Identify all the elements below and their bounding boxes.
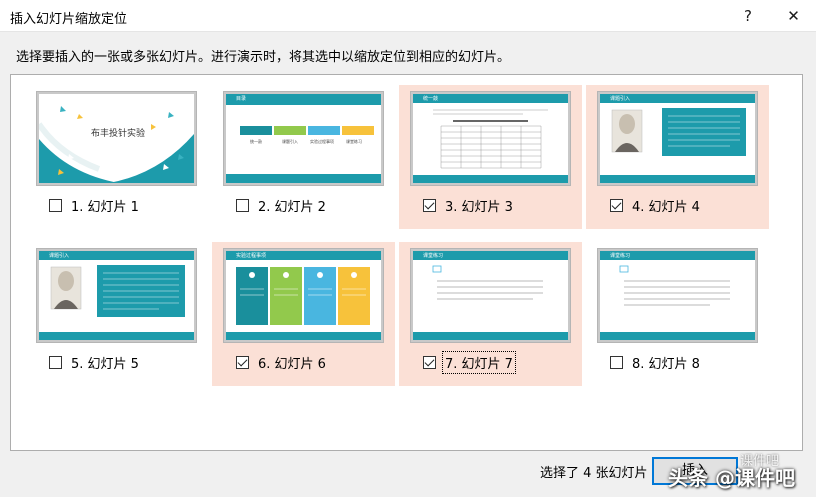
slide-thumbnail-6[interactable]: 实验过程事项 [224, 249, 383, 342]
slide-thumbnail-5[interactable]: 课题引入 [37, 249, 196, 342]
watermark: 课件吧 头条 @课件吧 [664, 450, 814, 494]
slide-7-art [413, 251, 568, 340]
slide-6-checkbox[interactable] [236, 356, 249, 369]
toc-item-3: 实验过程事项 [310, 139, 334, 144]
slide-1-label[interactable]: 1. 幻灯片 1 [69, 195, 141, 216]
slide-7-label[interactable]: 7. 幻灯片 7 [442, 351, 516, 374]
slide-thumbnail-7[interactable]: 课堂练习 [411, 249, 570, 342]
slide-7-heading: 课堂练习 [423, 253, 444, 259]
slide-1-checkbox[interactable] [49, 199, 62, 212]
slide-thumbnail-4[interactable]: 课题引入 [598, 92, 757, 185]
slide-card-2[interactable]: 目录 统一敲 课题引入 实验过程事项 课堂练习 2. 幻灯片 2 [212, 85, 395, 229]
toc-item-4: 课堂练习 [346, 139, 362, 144]
dialog-title: 插入幻灯片缩放定位 [10, 12, 128, 27]
slide-6-art [226, 251, 381, 340]
slide-grid-panel[interactable]: 布丰投针实验 1. 幻灯片 1 目录 统一敲 课题引入 实验过程事项 课堂练习 … [10, 74, 803, 451]
slide-3-checkbox[interactable] [423, 199, 436, 212]
slide-card-4[interactable]: 课题引入 4. 幻灯片 4 [586, 85, 769, 229]
slide-3-art [413, 94, 568, 183]
slide-8-checkbox[interactable] [610, 356, 623, 369]
slide-card-6[interactable]: 实验过程事项 6. 幻灯片 6 [212, 242, 395, 386]
slide-thumbnail-2[interactable]: 目录 统一敲 课题引入 实验过程事项 课堂练习 [224, 92, 383, 185]
slide-card-1[interactable]: 布丰投针实验 1. 幻灯片 1 [25, 85, 208, 229]
help-button[interactable]: ? [728, 0, 768, 32]
toc-item-2: 课题引入 [282, 139, 298, 144]
close-button[interactable]: ✕ [771, 0, 816, 32]
slide-card-8[interactable]: 课堂练习 8. 幻灯片 8 [586, 242, 769, 386]
slide-5-label[interactable]: 5. 幻灯片 5 [69, 352, 141, 373]
slide-5-checkbox[interactable] [49, 356, 62, 369]
slide-card-3[interactable]: 统一敲 3. 幻灯片 3 [399, 85, 582, 229]
slide-8-heading: 课堂练习 [610, 253, 631, 259]
watermark-main-text: 头条 @课件吧 [668, 466, 795, 490]
slide-4-label[interactable]: 4. 幻灯片 4 [630, 195, 702, 216]
slide-3-heading: 统一敲 [423, 96, 439, 102]
slide-8-label[interactable]: 8. 幻灯片 8 [630, 352, 702, 373]
slide-card-5[interactable]: 课题引入 5. 幻灯片 5 [25, 242, 208, 386]
slide-4-heading: 课题引入 [610, 96, 631, 102]
slide-thumbnail-8[interactable]: 课堂练习 [598, 249, 757, 342]
slide-5-art [39, 251, 194, 340]
slide-3-label[interactable]: 3. 幻灯片 3 [443, 195, 515, 216]
slide-7-checkbox[interactable] [423, 356, 436, 369]
instruction-text: 选择要插入的一张或多张幻灯片。进行演示时，将其选中以缩放定位到相应的幻灯片。 [16, 50, 511, 65]
slide-thumbnail-1[interactable]: 布丰投针实验 [37, 92, 196, 185]
slide-thumbnail-3[interactable]: 统一敲 [411, 92, 570, 185]
slide-2-heading: 目录 [236, 96, 247, 102]
slide-2-label[interactable]: 2. 幻灯片 2 [256, 195, 328, 216]
slide-6-heading: 实验过程事项 [236, 253, 267, 259]
slide-4-checkbox[interactable] [610, 199, 623, 212]
slide-5-heading: 课题引入 [49, 253, 70, 259]
slide-card-7[interactable]: 课堂练习 7. 幻灯片 7 [399, 242, 582, 386]
slide-1-title: 布丰投针实验 [91, 129, 146, 139]
selection-status: 选择了 4 张幻灯片 [540, 466, 648, 481]
slide-2-checkbox[interactable] [236, 199, 249, 212]
slide-6-label[interactable]: 6. 幻灯片 6 [256, 352, 328, 373]
slide-8-art [600, 251, 755, 340]
slide-4-art [600, 94, 755, 183]
title-bar: 插入幻灯片缩放定位 ? ✕ [0, 0, 816, 32]
toc-item-1: 统一敲 [250, 139, 262, 144]
